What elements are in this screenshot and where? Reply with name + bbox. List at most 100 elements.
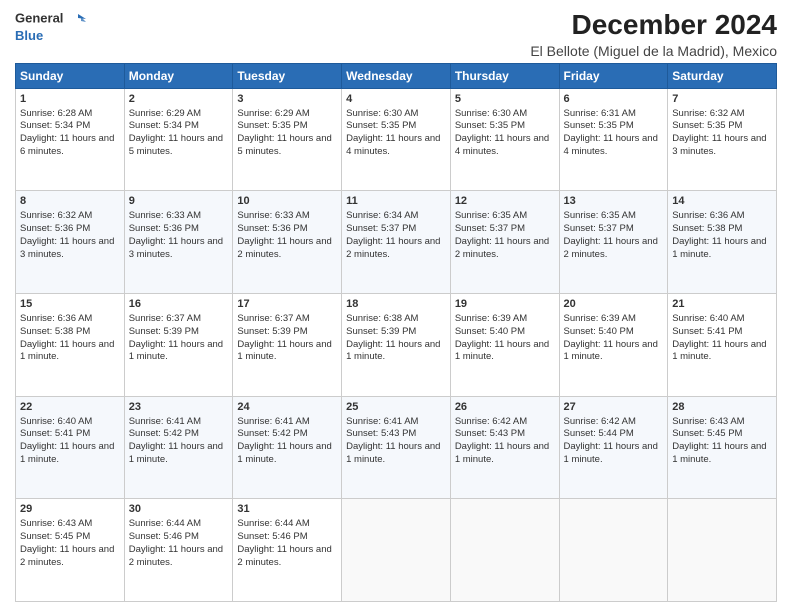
daylight-label: Daylight: 11 hours and 2 minutes. [455, 236, 549, 260]
day-number: 27 [564, 400, 664, 415]
daylight-label: Daylight: 11 hours and 1 minute. [237, 441, 331, 465]
sunrise-label: Sunrise: 6:29 AM [129, 108, 201, 119]
sunrise-label: Sunrise: 6:38 AM [346, 313, 418, 324]
day-number: 25 [346, 400, 446, 415]
table-cell: 1 Sunrise: 6:28 AM Sunset: 5:34 PM Dayli… [16, 88, 125, 191]
table-cell [559, 499, 668, 602]
table-cell: 7 Sunrise: 6:32 AM Sunset: 5:35 PM Dayli… [668, 88, 777, 191]
week-row-1: 1 Sunrise: 6:28 AM Sunset: 5:34 PM Dayli… [16, 88, 777, 191]
table-cell: 9 Sunrise: 6:33 AM Sunset: 5:36 PM Dayli… [124, 191, 233, 294]
sunrise-label: Sunrise: 6:41 AM [346, 416, 418, 427]
table-cell: 18 Sunrise: 6:38 AM Sunset: 5:39 PM Dayl… [342, 294, 451, 397]
sunset-label: Sunset: 5:35 PM [564, 120, 634, 131]
sunset-label: Sunset: 5:34 PM [129, 120, 199, 131]
col-sunday: Sunday [16, 63, 125, 88]
sunrise-label: Sunrise: 6:41 AM [237, 416, 309, 427]
day-number: 5 [455, 92, 555, 107]
day-number: 4 [346, 92, 446, 107]
daylight-label: Daylight: 11 hours and 1 minute. [346, 441, 440, 465]
daylight-label: Daylight: 11 hours and 2 minutes. [129, 544, 223, 568]
table-cell: 19 Sunrise: 6:39 AM Sunset: 5:40 PM Dayl… [450, 294, 559, 397]
sunset-label: Sunset: 5:41 PM [20, 428, 90, 439]
sunrise-label: Sunrise: 6:44 AM [237, 518, 309, 529]
daylight-label: Daylight: 11 hours and 4 minutes. [564, 133, 658, 157]
day-number: 1 [20, 92, 120, 107]
daylight-label: Daylight: 11 hours and 1 minute. [129, 441, 223, 465]
sunrise-label: Sunrise: 6:33 AM [129, 210, 201, 221]
logo-blue: Blue [15, 28, 43, 43]
table-cell: 25 Sunrise: 6:41 AM Sunset: 5:43 PM Dayl… [342, 396, 451, 499]
sunset-label: Sunset: 5:42 PM [237, 428, 307, 439]
sunset-label: Sunset: 5:39 PM [237, 326, 307, 337]
sunrise-label: Sunrise: 6:35 AM [564, 210, 636, 221]
sunrise-label: Sunrise: 6:30 AM [455, 108, 527, 119]
sunset-label: Sunset: 5:37 PM [564, 223, 634, 234]
sunrise-label: Sunrise: 6:43 AM [672, 416, 744, 427]
col-tuesday: Tuesday [233, 63, 342, 88]
week-row-5: 29 Sunrise: 6:43 AM Sunset: 5:45 PM Dayl… [16, 499, 777, 602]
sunset-label: Sunset: 5:36 PM [20, 223, 90, 234]
daylight-label: Daylight: 11 hours and 1 minute. [672, 339, 766, 363]
logo-bird-icon [68, 10, 86, 28]
sunset-label: Sunset: 5:39 PM [129, 326, 199, 337]
daylight-label: Daylight: 11 hours and 1 minute. [129, 339, 223, 363]
day-number: 12 [455, 194, 555, 209]
sunrise-label: Sunrise: 6:32 AM [672, 108, 744, 119]
table-cell: 17 Sunrise: 6:37 AM Sunset: 5:39 PM Dayl… [233, 294, 342, 397]
day-number: 10 [237, 194, 337, 209]
daylight-label: Daylight: 11 hours and 6 minutes. [20, 133, 114, 157]
daylight-label: Daylight: 11 hours and 1 minute. [455, 441, 549, 465]
day-number: 22 [20, 400, 120, 415]
sunrise-label: Sunrise: 6:41 AM [129, 416, 201, 427]
daylight-label: Daylight: 11 hours and 3 minutes. [20, 236, 114, 260]
day-number: 9 [129, 194, 229, 209]
sunset-label: Sunset: 5:46 PM [237, 531, 307, 542]
table-cell: 16 Sunrise: 6:37 AM Sunset: 5:39 PM Dayl… [124, 294, 233, 397]
daylight-label: Daylight: 11 hours and 4 minutes. [455, 133, 549, 157]
week-row-4: 22 Sunrise: 6:40 AM Sunset: 5:41 PM Dayl… [16, 396, 777, 499]
col-thursday: Thursday [450, 63, 559, 88]
sunset-label: Sunset: 5:38 PM [672, 223, 742, 234]
col-wednesday: Wednesday [342, 63, 451, 88]
table-cell: 30 Sunrise: 6:44 AM Sunset: 5:46 PM Dayl… [124, 499, 233, 602]
sunrise-label: Sunrise: 6:36 AM [672, 210, 744, 221]
sunrise-label: Sunrise: 6:40 AM [20, 416, 92, 427]
table-cell: 14 Sunrise: 6:36 AM Sunset: 5:38 PM Dayl… [668, 191, 777, 294]
sunset-label: Sunset: 5:38 PM [20, 326, 90, 337]
sunrise-label: Sunrise: 6:33 AM [237, 210, 309, 221]
table-cell: 31 Sunrise: 6:44 AM Sunset: 5:46 PM Dayl… [233, 499, 342, 602]
sunrise-label: Sunrise: 6:37 AM [237, 313, 309, 324]
sunset-label: Sunset: 5:44 PM [564, 428, 634, 439]
day-number: 18 [346, 297, 446, 312]
daylight-label: Daylight: 11 hours and 1 minute. [672, 236, 766, 260]
week-row-3: 15 Sunrise: 6:36 AM Sunset: 5:38 PM Dayl… [16, 294, 777, 397]
calendar-header-row: Sunday Monday Tuesday Wednesday Thursday… [16, 63, 777, 88]
table-cell: 11 Sunrise: 6:34 AM Sunset: 5:37 PM Dayl… [342, 191, 451, 294]
daylight-label: Daylight: 11 hours and 1 minute. [237, 339, 331, 363]
day-number: 30 [129, 502, 229, 517]
sunrise-label: Sunrise: 6:28 AM [20, 108, 92, 119]
col-saturday: Saturday [668, 63, 777, 88]
table-cell: 5 Sunrise: 6:30 AM Sunset: 5:35 PM Dayli… [450, 88, 559, 191]
day-number: 16 [129, 297, 229, 312]
sunset-label: Sunset: 5:37 PM [455, 223, 525, 234]
sunrise-label: Sunrise: 6:30 AM [346, 108, 418, 119]
sunset-label: Sunset: 5:41 PM [672, 326, 742, 337]
sunset-label: Sunset: 5:43 PM [346, 428, 416, 439]
daylight-label: Daylight: 11 hours and 1 minute. [20, 339, 114, 363]
sunrise-label: Sunrise: 6:37 AM [129, 313, 201, 324]
sunset-label: Sunset: 5:45 PM [20, 531, 90, 542]
sunset-label: Sunset: 5:37 PM [346, 223, 416, 234]
day-number: 17 [237, 297, 337, 312]
sunrise-label: Sunrise: 6:42 AM [455, 416, 527, 427]
day-number: 19 [455, 297, 555, 312]
sunrise-label: Sunrise: 6:31 AM [564, 108, 636, 119]
day-number: 20 [564, 297, 664, 312]
title-block: December 2024 El Bellote (Miguel de la M… [530, 10, 777, 59]
daylight-label: Daylight: 11 hours and 1 minute. [346, 339, 440, 363]
table-cell: 8 Sunrise: 6:32 AM Sunset: 5:36 PM Dayli… [16, 191, 125, 294]
daylight-label: Daylight: 11 hours and 3 minutes. [129, 236, 223, 260]
daylight-label: Daylight: 11 hours and 5 minutes. [237, 133, 331, 157]
day-number: 24 [237, 400, 337, 415]
day-number: 8 [20, 194, 120, 209]
